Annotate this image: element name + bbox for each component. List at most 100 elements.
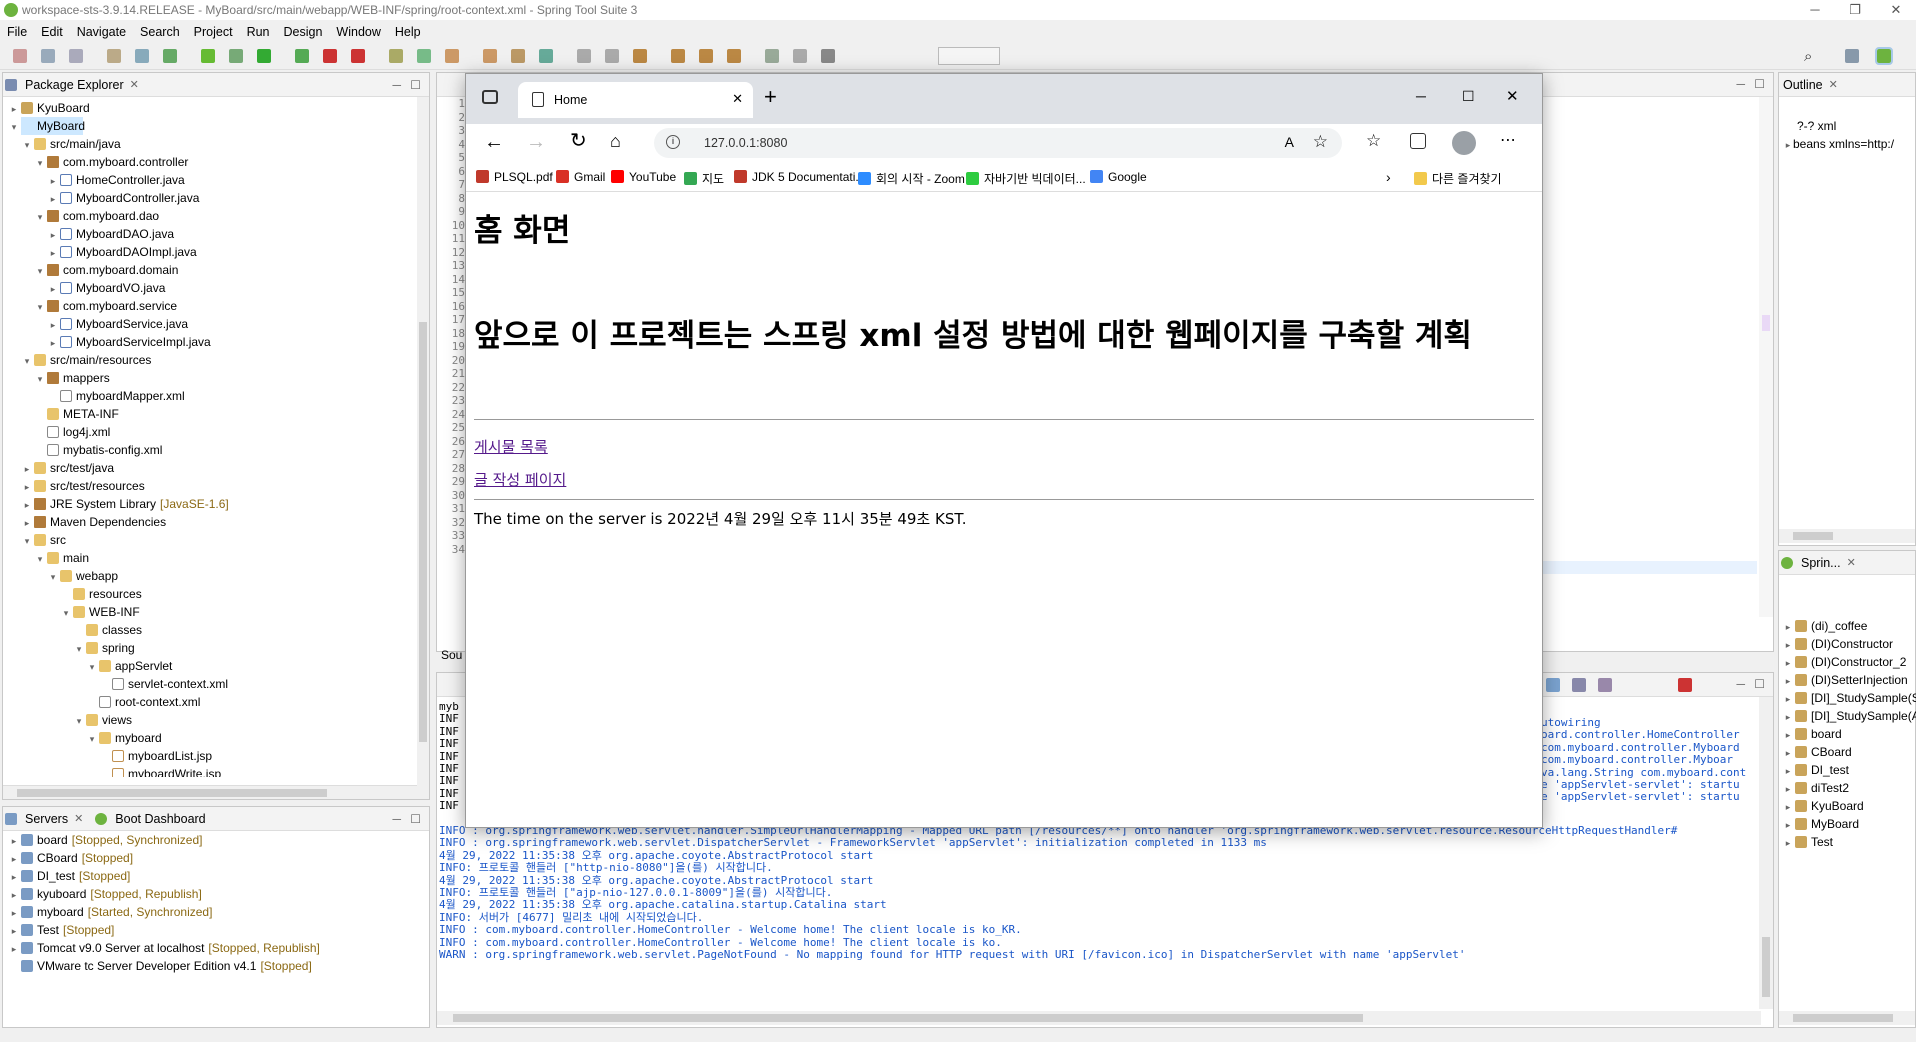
toolbar-button-icon[interactable] (389, 49, 403, 63)
tree-item[interactable]: ▸ JRE System Library [JavaSE-1.6] (3, 495, 429, 513)
chevron-right-icon[interactable]: ▸ (1783, 636, 1793, 654)
spring-project-item[interactable]: ▸ CBoard (1779, 743, 1915, 761)
tree-item[interactable]: ▸ Maven Dependencies (3, 513, 429, 531)
perspective-spring-icon[interactable] (1875, 47, 1893, 65)
tree-item[interactable]: ▾ WEB-INF (3, 603, 429, 621)
tree-item[interactable]: resources (3, 585, 429, 603)
tree-item[interactable]: ▾ views (3, 711, 429, 729)
toolbar-button-icon[interactable] (417, 49, 431, 63)
console-toolbar-icon[interactable] (1598, 678, 1612, 692)
spring-explorer-tab[interactable]: Sprin... ✕ (1779, 551, 1915, 575)
toolbar-button-icon[interactable] (699, 49, 713, 63)
chevron-right-icon[interactable]: ▸ (1783, 654, 1793, 672)
spring-project-item[interactable]: ▸ (DI)Constructor_2 (1779, 653, 1915, 671)
new-tab-button[interactable]: + (764, 86, 777, 108)
tree-item[interactable]: ▸ MyboardServiceImpl.java (3, 333, 429, 351)
toolbar-button-icon[interactable] (201, 49, 215, 63)
chevron-right-icon[interactable]: ▸ (22, 514, 32, 532)
tree-item[interactable]: ▾ com.myboard.service (3, 297, 429, 315)
chevron-right-icon[interactable]: ▸ (1783, 708, 1793, 726)
tree-item[interactable]: ▸ MyboardDAOImpl.java (3, 243, 429, 261)
chevron-down-icon[interactable]: ▾ (9, 118, 19, 136)
home-icon[interactable]: ⌂ (610, 131, 621, 151)
minimize-icon[interactable]: ─ (1736, 77, 1745, 91)
chevron-down-icon[interactable]: ▾ (35, 370, 45, 388)
tree-item[interactable]: root-context.xml (3, 693, 429, 711)
chevron-right-icon[interactable]: ▸ (9, 868, 19, 886)
package-explorer-tab[interactable]: Package Explorer ✕ ─ ☐ (3, 73, 429, 97)
minimize-icon[interactable]: ─ (1736, 677, 1745, 691)
chevron-right-icon[interactable]: ▸ (9, 832, 19, 850)
spring-project-item[interactable]: ▸ MyBoard (1779, 815, 1915, 833)
chevron-right-icon[interactable]: ▸ (48, 280, 58, 298)
outline-item[interactable]: ▸ beans xmlns=http:/ (1779, 135, 1915, 153)
chevron-down-icon[interactable]: ▾ (35, 262, 45, 280)
chevron-down-icon[interactable]: ▾ (22, 532, 32, 550)
toolbar-button-icon[interactable] (351, 49, 365, 63)
forward-icon[interactable]: → (526, 132, 546, 152)
outline-tab[interactable]: Outline ✕ (1779, 73, 1915, 97)
tree-item[interactable]: ▾ com.myboard.dao (3, 207, 429, 225)
tree-item[interactable]: ▾ src/main/java (3, 135, 429, 153)
chevron-right-icon[interactable]: ▸ (9, 922, 19, 940)
chevron-right-icon[interactable]: ▸ (22, 478, 32, 496)
server-item[interactable]: VMware tc Server Developer Edition v4.1[… (3, 957, 429, 975)
chevron-down-icon[interactable]: ▾ (48, 568, 58, 586)
toolbar-button-icon[interactable] (13, 49, 27, 63)
server-item[interactable]: ▸ myboard [Started, Synchronized] (3, 903, 429, 921)
spring-project-item[interactable]: ▸ [DI]_StudySample(A (1779, 707, 1916, 726)
menu-navigate[interactable]: Navigate (70, 22, 133, 42)
tab-actions-icon[interactable] (482, 90, 498, 104)
spring-project-item[interactable]: ▸ (DI)SetterInjection (1779, 671, 1915, 689)
outline-item[interactable]: ?-? xml (1779, 117, 1915, 135)
tree-item[interactable]: mybatis-config.xml (3, 441, 429, 459)
menu-edit[interactable]: Edit (34, 22, 70, 42)
chevron-right-icon[interactable]: ▸ (48, 316, 58, 334)
chevron-right-icon[interactable]: ▸ (48, 190, 58, 208)
chevron-down-icon[interactable]: ▾ (22, 352, 32, 370)
tree-item[interactable]: ▸ src/test/java (3, 459, 429, 477)
tree-item[interactable]: ▾ com.myboard.controller (3, 153, 429, 171)
toolbar-button-icon[interactable] (41, 49, 55, 63)
chevron-right-icon[interactable]: ▸ (22, 460, 32, 478)
chevron-down-icon[interactable]: ▾ (87, 658, 97, 676)
close-icon[interactable]: ✕ (1847, 556, 1856, 569)
tree-item[interactable]: ▸ src/test/resources (3, 477, 429, 495)
more-menu-icon[interactable]: ⋯ (1500, 130, 1516, 150)
chevron-down-icon[interactable]: ▾ (87, 730, 97, 748)
close-icon[interactable]: ✕ (130, 78, 139, 91)
write-page-link[interactable]: 글 작성 페이지 (474, 471, 566, 489)
console-toolbar-icon[interactable] (1546, 678, 1560, 692)
toolbar-button-icon[interactable] (539, 49, 553, 63)
tree-item[interactable]: ▾ src/main/resources (3, 351, 429, 369)
bookmark-item[interactable]: Google (1090, 170, 1147, 184)
maximize-icon[interactable]: ☐ (410, 812, 421, 826)
perspective-java-icon[interactable] (1845, 49, 1859, 63)
chevron-right-icon[interactable]: ▸ (1783, 690, 1793, 708)
chevron-right-icon[interactable]: ▸ (48, 172, 58, 190)
console-toolbar-icon[interactable] (1572, 678, 1586, 692)
back-icon[interactable]: ← (484, 132, 504, 152)
chevron-right-icon[interactable]: ▸ (9, 940, 19, 958)
tree-item[interactable]: ▾ spring (3, 639, 429, 657)
tree-item[interactable]: classes (3, 621, 429, 639)
tree-item[interactable]: ▾ main (3, 549, 429, 567)
chevron-right-icon[interactable]: ▸ (9, 904, 19, 922)
chevron-right-icon[interactable]: ▸ (1783, 744, 1793, 762)
chevron-right-icon[interactable]: ▸ (1783, 672, 1793, 690)
window-minimize-button[interactable]: ─ (1795, 0, 1835, 20)
tree-item[interactable]: ▸ MyboardVO.java (3, 279, 429, 297)
toolbar-button-icon[interactable] (483, 49, 497, 63)
tree-item[interactable]: ▾ appServlet (3, 657, 429, 675)
window-restore-button[interactable]: ❐ (1835, 0, 1875, 20)
spring-project-item[interactable]: ▸ (DI)Constructor (1779, 635, 1915, 653)
source-tab[interactable]: Sou (441, 648, 462, 662)
bookmark-item[interactable]: Gmail (556, 170, 605, 184)
tree-item[interactable]: ▸ MyboardService.java (3, 315, 429, 333)
toolbar-button-icon[interactable] (107, 49, 121, 63)
chevron-down-icon[interactable]: ▾ (61, 604, 71, 622)
chevron-down-icon[interactable]: ▾ (35, 208, 45, 226)
menu-project[interactable]: Project (187, 22, 240, 42)
chevron-down-icon[interactable]: ▾ (35, 154, 45, 172)
window-close-button[interactable]: ✕ (1876, 0, 1916, 20)
